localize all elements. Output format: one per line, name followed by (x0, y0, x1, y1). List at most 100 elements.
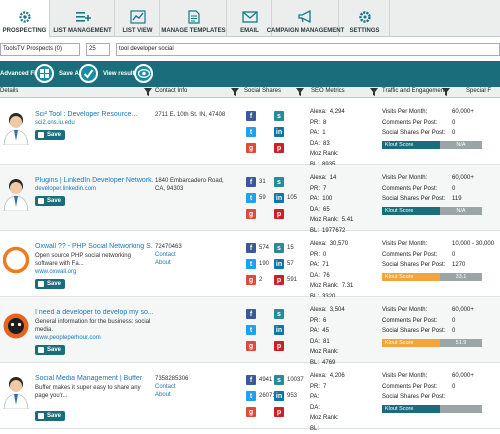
tab-email[interactable]: EMAIL (228, 0, 272, 37)
advanced-filters-button[interactable] (35, 64, 54, 83)
save-button[interactable]: Save (35, 196, 65, 206)
filter-funnel-icon[interactable] (370, 88, 378, 96)
result-url-link[interactable]: www.peopleperhour.com (35, 335, 101, 341)
document-icon (186, 10, 202, 24)
result-title-link[interactable]: Social Media Management | Buffer (35, 375, 153, 382)
pinterest-count[interactable]: p591 (274, 275, 297, 285)
stumble-count[interactable]: s (274, 177, 287, 187)
facebook-count[interactable]: f (246, 309, 259, 319)
result-url-link[interactable]: www.oxwall.org (35, 269, 76, 275)
column-details-header[interactable]: Details (0, 88, 18, 94)
result-url-link[interactable]: sci2.cns.iu.edu (35, 120, 75, 126)
google-plus-count[interactable]: g (246, 209, 259, 219)
klout-score-value: 51.9 (440, 339, 482, 347)
seo-pa-value: 100 (322, 196, 332, 202)
linkedin-count[interactable]: in57 (274, 259, 294, 269)
contact-link[interactable]: Contact (155, 384, 176, 390)
seo-da-line: DA:76 (310, 271, 380, 282)
google-plus-count[interactable]: g2 (246, 275, 262, 285)
main-tab-bar: PROSPECTING LIST MANAGEMENT LIST VIEW MANAG… (0, 0, 500, 37)
traffic-visits-line: Visits Per Month:60,000+ (382, 107, 500, 118)
save-button[interactable]: Save (35, 130, 65, 140)
twitter-icon: t (246, 391, 256, 401)
stumble-count[interactable]: s15 (274, 243, 294, 253)
traffic-engagement: Visits Per Month:60,000+Comments Per Pos… (382, 371, 500, 413)
traffic-shares-value: 0 (452, 326, 455, 337)
result-title-link[interactable]: Plugins | LinkedIn Developer Network... (35, 177, 153, 184)
tab-label: PROSPECTING (3, 28, 47, 34)
facebook-count[interactable]: f31 (246, 177, 266, 187)
twitter-count[interactable]: t (246, 325, 259, 335)
tab-list-view[interactable]: LIST VIEW (116, 0, 160, 37)
facebook-count[interactable]: f574 (246, 243, 269, 253)
linkedin-count[interactable]: in (274, 127, 287, 137)
view-results-button[interactable] (134, 64, 153, 83)
result-title-link[interactable]: I need a developer to develop my so... (35, 309, 153, 316)
about-link[interactable]: About (155, 392, 171, 398)
view-results-label[interactable]: View results (103, 71, 138, 77)
column-seo-header[interactable]: SEO Metrics (311, 88, 345, 94)
traffic-comments-value: 0 (452, 184, 455, 195)
tab-manage-templates[interactable]: MANAGE TEMPLATES (161, 0, 227, 37)
table-row: Sci² Tool : Developer Resource... sci2.cn… (0, 99, 500, 165)
save-button[interactable]: Save (35, 345, 65, 355)
pinterest-count[interactable]: p (274, 209, 287, 219)
save-button[interactable]: Save (35, 279, 65, 289)
result-title-link[interactable]: Sci² Tool : Developer Resource... (35, 111, 153, 118)
pinterest-count[interactable]: p (274, 143, 287, 153)
linkedin-count[interactable]: in953 (274, 391, 297, 401)
facebook-count[interactable]: f (246, 111, 259, 121)
seo-moz-line: Moz Rank:5.41 (310, 215, 380, 226)
about-link[interactable]: About (155, 260, 171, 266)
pinterest-count[interactable]: p (274, 341, 287, 351)
filter-funnel-icon[interactable] (296, 88, 304, 96)
save-button[interactable]: Save (35, 411, 65, 421)
result-description: Buffer makes it super easy to share any … (35, 384, 153, 400)
facebook-count[interactable]: f4941 (246, 375, 272, 385)
google-plus-count[interactable]: g (246, 407, 259, 417)
stumble-count[interactable]: s (274, 111, 287, 121)
google-plus-count[interactable]: g (246, 143, 259, 153)
twitter-count[interactable]: t190 (246, 259, 269, 269)
tab-label: LIST VIEW (123, 28, 153, 34)
twitter-count[interactable]: t (246, 127, 259, 137)
contact-link[interactable]: Contact (155, 252, 176, 258)
twitter-count[interactable]: t59 (246, 193, 266, 203)
facebook-value: 574 (259, 245, 269, 251)
save-all-button[interactable] (79, 64, 98, 83)
traffic-comments-label: Comments Per Post: (382, 118, 452, 129)
seo-pa-label: PA: (310, 394, 319, 400)
filter-funnel-icon[interactable] (231, 88, 239, 96)
search-input[interactable]: tool developer social (116, 43, 500, 56)
result-title-link[interactable]: Oxwall ?? - PHP Social Networking S... (35, 243, 153, 250)
pinterest-count[interactable]: p (274, 407, 287, 417)
seo-pr-line: PR:7 (310, 382, 380, 393)
stumble-count[interactable]: s (274, 309, 287, 319)
tab-prospecting[interactable]: PROSPECTING (0, 0, 50, 38)
traffic-visits-value: 60,000+ (452, 107, 474, 118)
linkedin-count[interactable]: in105 (274, 193, 297, 203)
traffic-shares-value: 119 (452, 194, 462, 205)
twitter-count[interactable]: t26071 (246, 391, 276, 401)
filter-icon (39, 68, 50, 79)
seo-pr-value: 7 (323, 384, 326, 390)
google-plus-count[interactable]: g (246, 341, 259, 351)
facebook-icon: f (246, 111, 256, 121)
result-url-link[interactable]: developer.linkedin.com (35, 186, 96, 192)
column-traffic-header[interactable]: Traffic and Engagement (382, 88, 446, 94)
tab-list-management[interactable]: LIST MANAGEMENT (51, 0, 115, 37)
stumble-icon: s (274, 375, 284, 385)
tab-settings[interactable]: SETTINGS (340, 0, 390, 37)
google-plus-icon: g (246, 341, 256, 351)
tab-campaign-management[interactable]: CAMPAIGN MANAGEMENT (273, 0, 339, 37)
filter-funnel-icon[interactable] (144, 88, 152, 96)
prospect-list-select[interactable]: ToolsTV Prospects (0) (0, 43, 80, 56)
filter-funnel-icon[interactable] (442, 88, 450, 96)
stumble-count[interactable]: s10037 (274, 375, 304, 385)
page-size-select[interactable]: 25 (86, 43, 110, 56)
linkedin-count[interactable]: in (274, 325, 287, 335)
column-special-header[interactable]: Special F (466, 88, 491, 94)
column-contact-header[interactable]: Contact Info (155, 88, 187, 94)
column-social-header[interactable]: Social Shares (244, 88, 281, 94)
google-plus-icon: g (246, 275, 256, 285)
